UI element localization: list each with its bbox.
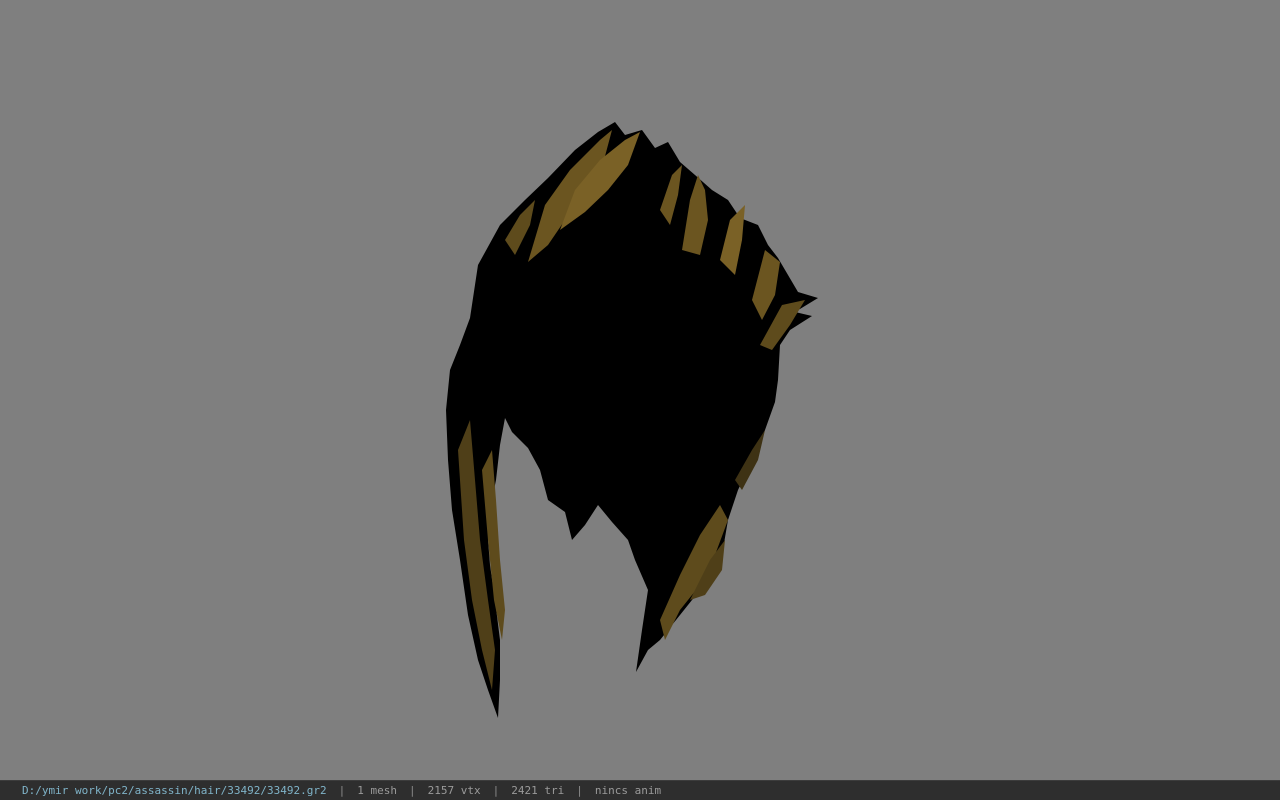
triangle-count: 2421 tri — [511, 784, 565, 797]
3d-viewport[interactable] — [0, 0, 1280, 780]
hair-model[interactable] — [0, 0, 1280, 780]
vertex-count: 2157 vtx — [427, 784, 481, 797]
status-separator: | — [409, 784, 416, 797]
mesh-count: 1 mesh — [357, 784, 398, 797]
animation-status: nincs anim — [594, 784, 662, 797]
status-bar: D:/ymir work/pc2/assassin/hair/33492/334… — [0, 780, 1280, 800]
status-separator: | — [576, 784, 583, 797]
status-separator: | — [492, 784, 500, 797]
hair-mesh — [446, 122, 818, 718]
status-separator: | — [338, 784, 346, 797]
model-file-path: D:/ymir work/pc2/assassin/hair/33492/334… — [22, 784, 327, 797]
